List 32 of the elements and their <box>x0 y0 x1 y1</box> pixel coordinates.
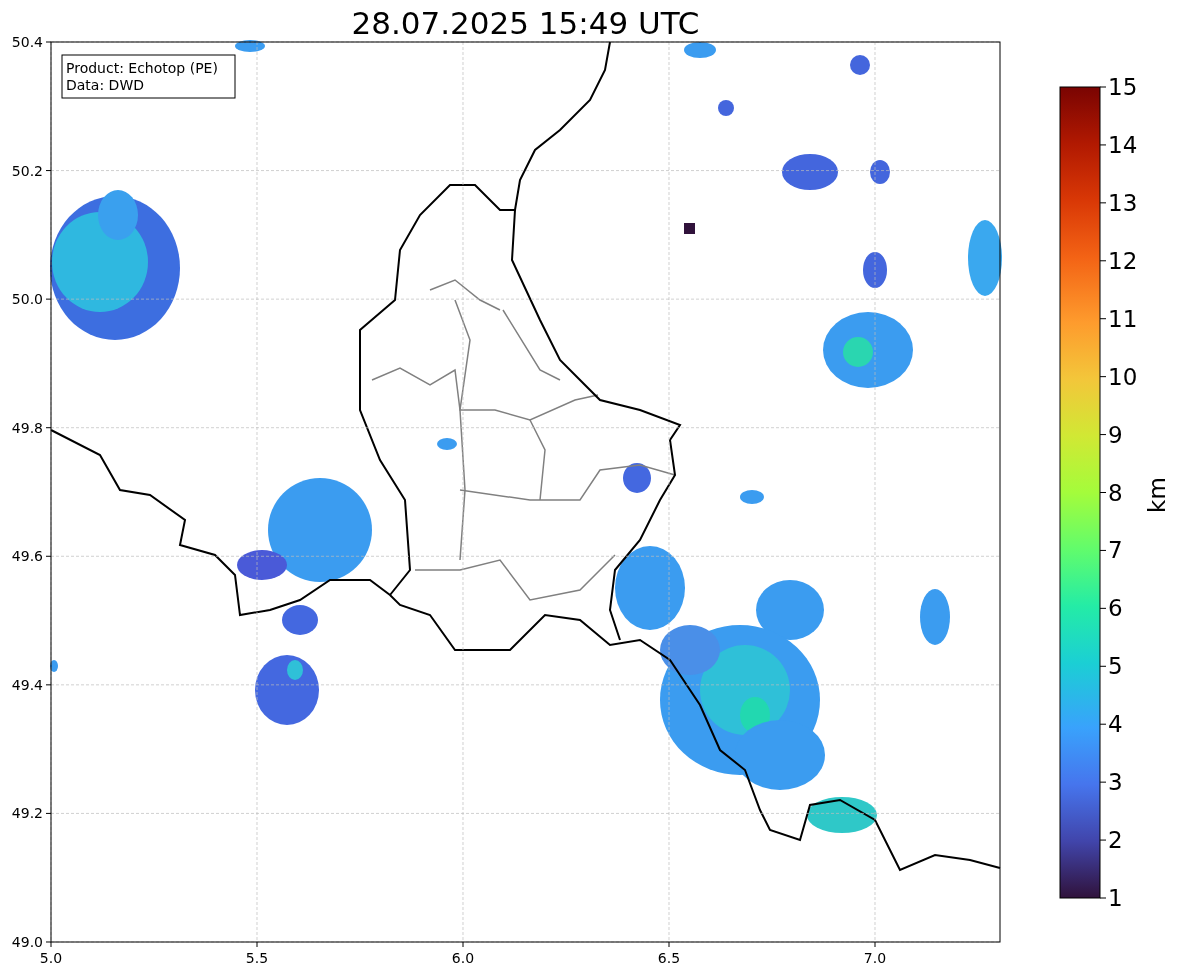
figure-title: 28.07.2025 15:49 UTC <box>351 5 700 41</box>
legend-text: Data: DWD <box>66 77 144 93</box>
y-tick-label: 49.0 <box>11 934 43 950</box>
colorbar-label: km <box>1144 477 1170 513</box>
colorbar-tick-label: 3 <box>1108 769 1123 796</box>
y-tick-label: 50.0 <box>11 291 43 308</box>
colorbar-tick-label: 2 <box>1108 827 1123 854</box>
colorbar-tick-label: 13 <box>1108 189 1138 216</box>
y-tick-label: 49.4 <box>11 676 43 693</box>
y-tick-label: 49.6 <box>11 548 43 565</box>
x-tick-label: 6.5 <box>657 950 681 966</box>
colorbar-tick-label: 5 <box>1108 653 1123 680</box>
colorbar-tick-label: 8 <box>1108 479 1123 506</box>
colorbar-tick-label: 14 <box>1108 131 1138 158</box>
y-tick-label: 49.8 <box>11 419 43 436</box>
y-tick-label: 49.2 <box>11 805 43 822</box>
colorbar-tick-label: 11 <box>1108 305 1138 332</box>
colorbar-tick-label: 15 <box>1108 74 1138 100</box>
x-tick-label: 6.0 <box>451 950 475 966</box>
y-tick-label: 50.2 <box>11 162 43 179</box>
legend-text: Product: Echotop (PE) <box>66 60 218 76</box>
colorbar-tick-label: 7 <box>1108 537 1123 564</box>
colorbar-tick-label: 9 <box>1108 421 1123 448</box>
colorbar-tick-label: 6 <box>1108 595 1123 622</box>
x-tick-label: 5.0 <box>39 950 63 966</box>
y-tick-label: 50.4 <box>11 34 43 50</box>
x-tick-label: 5.5 <box>245 950 269 966</box>
colorbar-tick-label: 10 <box>1108 363 1138 390</box>
colorbar-tick-label: 1 <box>1108 885 1123 911</box>
x-tick-label: 7.0 <box>863 950 887 966</box>
colorbar-tick-label: 4 <box>1108 711 1123 738</box>
colorbar-tick-label: 12 <box>1108 247 1138 274</box>
